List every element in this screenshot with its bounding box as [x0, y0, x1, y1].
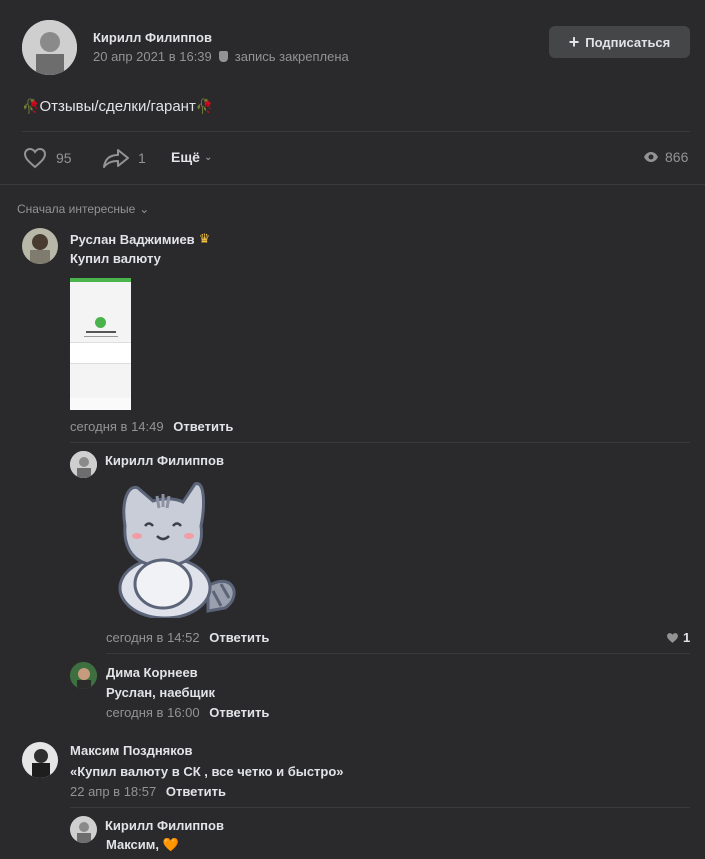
check-icon — [95, 317, 106, 328]
divider — [106, 653, 690, 654]
reply-button[interactable]: Ответить — [209, 705, 269, 720]
image-text-line — [84, 336, 118, 337]
comment-text-body: Максим, — [106, 837, 163, 852]
eye-icon — [644, 152, 658, 162]
post-meta: 20 апр 2021 в 16:39 запись закреплена — [93, 49, 349, 64]
image-footer — [70, 398, 131, 410]
comment-like[interactable]: 1 — [666, 630, 690, 645]
divider — [0, 184, 705, 185]
heart-icon — [667, 632, 678, 643]
comment-author[interactable]: Кирилл Филиппов — [105, 818, 224, 833]
post-text: 🥀 Отзывы/сделки/гарант 🥀 — [22, 98, 213, 115]
post-author-name[interactable]: Кирилл Филиппов — [93, 30, 212, 45]
image-text-line — [86, 331, 116, 333]
comment-avatar[interactable] — [22, 228, 58, 264]
views: 866 — [643, 149, 688, 165]
comment-avatar[interactable] — [22, 742, 58, 778]
more-label: Ещё — [171, 149, 200, 165]
comment-time[interactable]: сегодня в 16:00 — [106, 705, 200, 720]
reply-button[interactable]: Ответить — [209, 630, 269, 645]
pin-icon — [218, 51, 228, 62]
comment-author[interactable]: Кирилл Филиппов — [105, 453, 224, 468]
heart-emoji: 🧡 — [162, 837, 179, 852]
comment-avatar[interactable] — [70, 816, 97, 843]
image-panel — [70, 342, 131, 364]
comments-sort[interactable]: Сначала интересные ⌄ — [17, 202, 149, 216]
comment-text: Купил валюту — [70, 251, 161, 266]
like-count: 95 — [56, 150, 72, 166]
divider — [70, 442, 690, 443]
subscribe-button[interactable]: + Подписаться — [549, 26, 690, 58]
comment-text: «Купил валюту в СК , все четко и быстро» — [70, 764, 344, 779]
comment-footer: 22 апр в 18:57 Ответить — [70, 784, 226, 799]
cat-sticker[interactable] — [113, 476, 243, 618]
avatar-image — [70, 662, 97, 689]
comment-avatar[interactable] — [70, 662, 97, 689]
comment-author-row: Руслан Ваджимиев ♛ — [70, 231, 210, 247]
post-author-avatar[interactable] — [22, 20, 77, 75]
chevron-down-icon: ⌄ — [203, 151, 213, 163]
comment-text: Руслан, наебщик — [106, 685, 216, 700]
comment-author[interactable]: Дима Корнеев — [106, 665, 198, 680]
plus-icon: + — [568, 32, 580, 52]
attachment-image[interactable] — [70, 278, 131, 410]
divider — [22, 131, 690, 132]
divider — [70, 807, 690, 808]
crown-icon: ♛ — [198, 231, 211, 246]
like-button[interactable]: 95 — [22, 147, 72, 169]
post-title: Отзывы/сделки/гарант — [39, 98, 196, 115]
comment-footer: сегодня в 14:49 Ответить — [70, 419, 233, 434]
rose-emoji: 🥀 — [195, 98, 214, 114]
avatar-image — [70, 451, 97, 478]
avatar-image — [22, 20, 77, 75]
comment-footer: сегодня в 14:52 Ответить — [106, 630, 269, 645]
heart-icon — [23, 147, 47, 169]
share-button[interactable]: 1 — [102, 147, 146, 169]
more-button[interactable]: Ещё ⌄ — [171, 149, 212, 165]
rose-emoji: 🥀 — [22, 98, 40, 114]
share-count: 1 — [138, 150, 146, 166]
post-date[interactable]: 20 апр 2021 в 16:39 — [93, 49, 212, 64]
sort-label: Сначала интересные — [17, 202, 136, 216]
comment-time[interactable]: 22 апр в 18:57 — [70, 784, 156, 799]
comment-footer: сегодня в 16:00 Ответить — [106, 705, 269, 720]
pinned-label: запись закреплена — [234, 49, 349, 64]
comment-avatar[interactable] — [70, 451, 97, 478]
chevron-down-icon: ⌄ — [139, 202, 150, 216]
view-count: 866 — [665, 149, 689, 165]
avatar-image — [70, 816, 97, 843]
comment-time[interactable]: сегодня в 14:49 — [70, 419, 164, 434]
avatar-image — [22, 228, 58, 264]
comment-time[interactable]: сегодня в 14:52 — [106, 630, 200, 645]
subscribe-label: Подписаться — [585, 34, 671, 50]
like-count: 1 — [683, 630, 691, 645]
share-icon — [103, 149, 129, 168]
comment-text: Максим, 🧡 — [106, 837, 179, 853]
reply-button[interactable]: Ответить — [173, 419, 233, 434]
avatar-image — [22, 742, 58, 778]
comment-author[interactable]: Руслан Ваджимиев — [70, 232, 195, 247]
status-bar — [70, 278, 131, 282]
reply-button[interactable]: Ответить — [166, 784, 226, 799]
comment-author[interactable]: Максим Поздняков — [70, 743, 193, 758]
